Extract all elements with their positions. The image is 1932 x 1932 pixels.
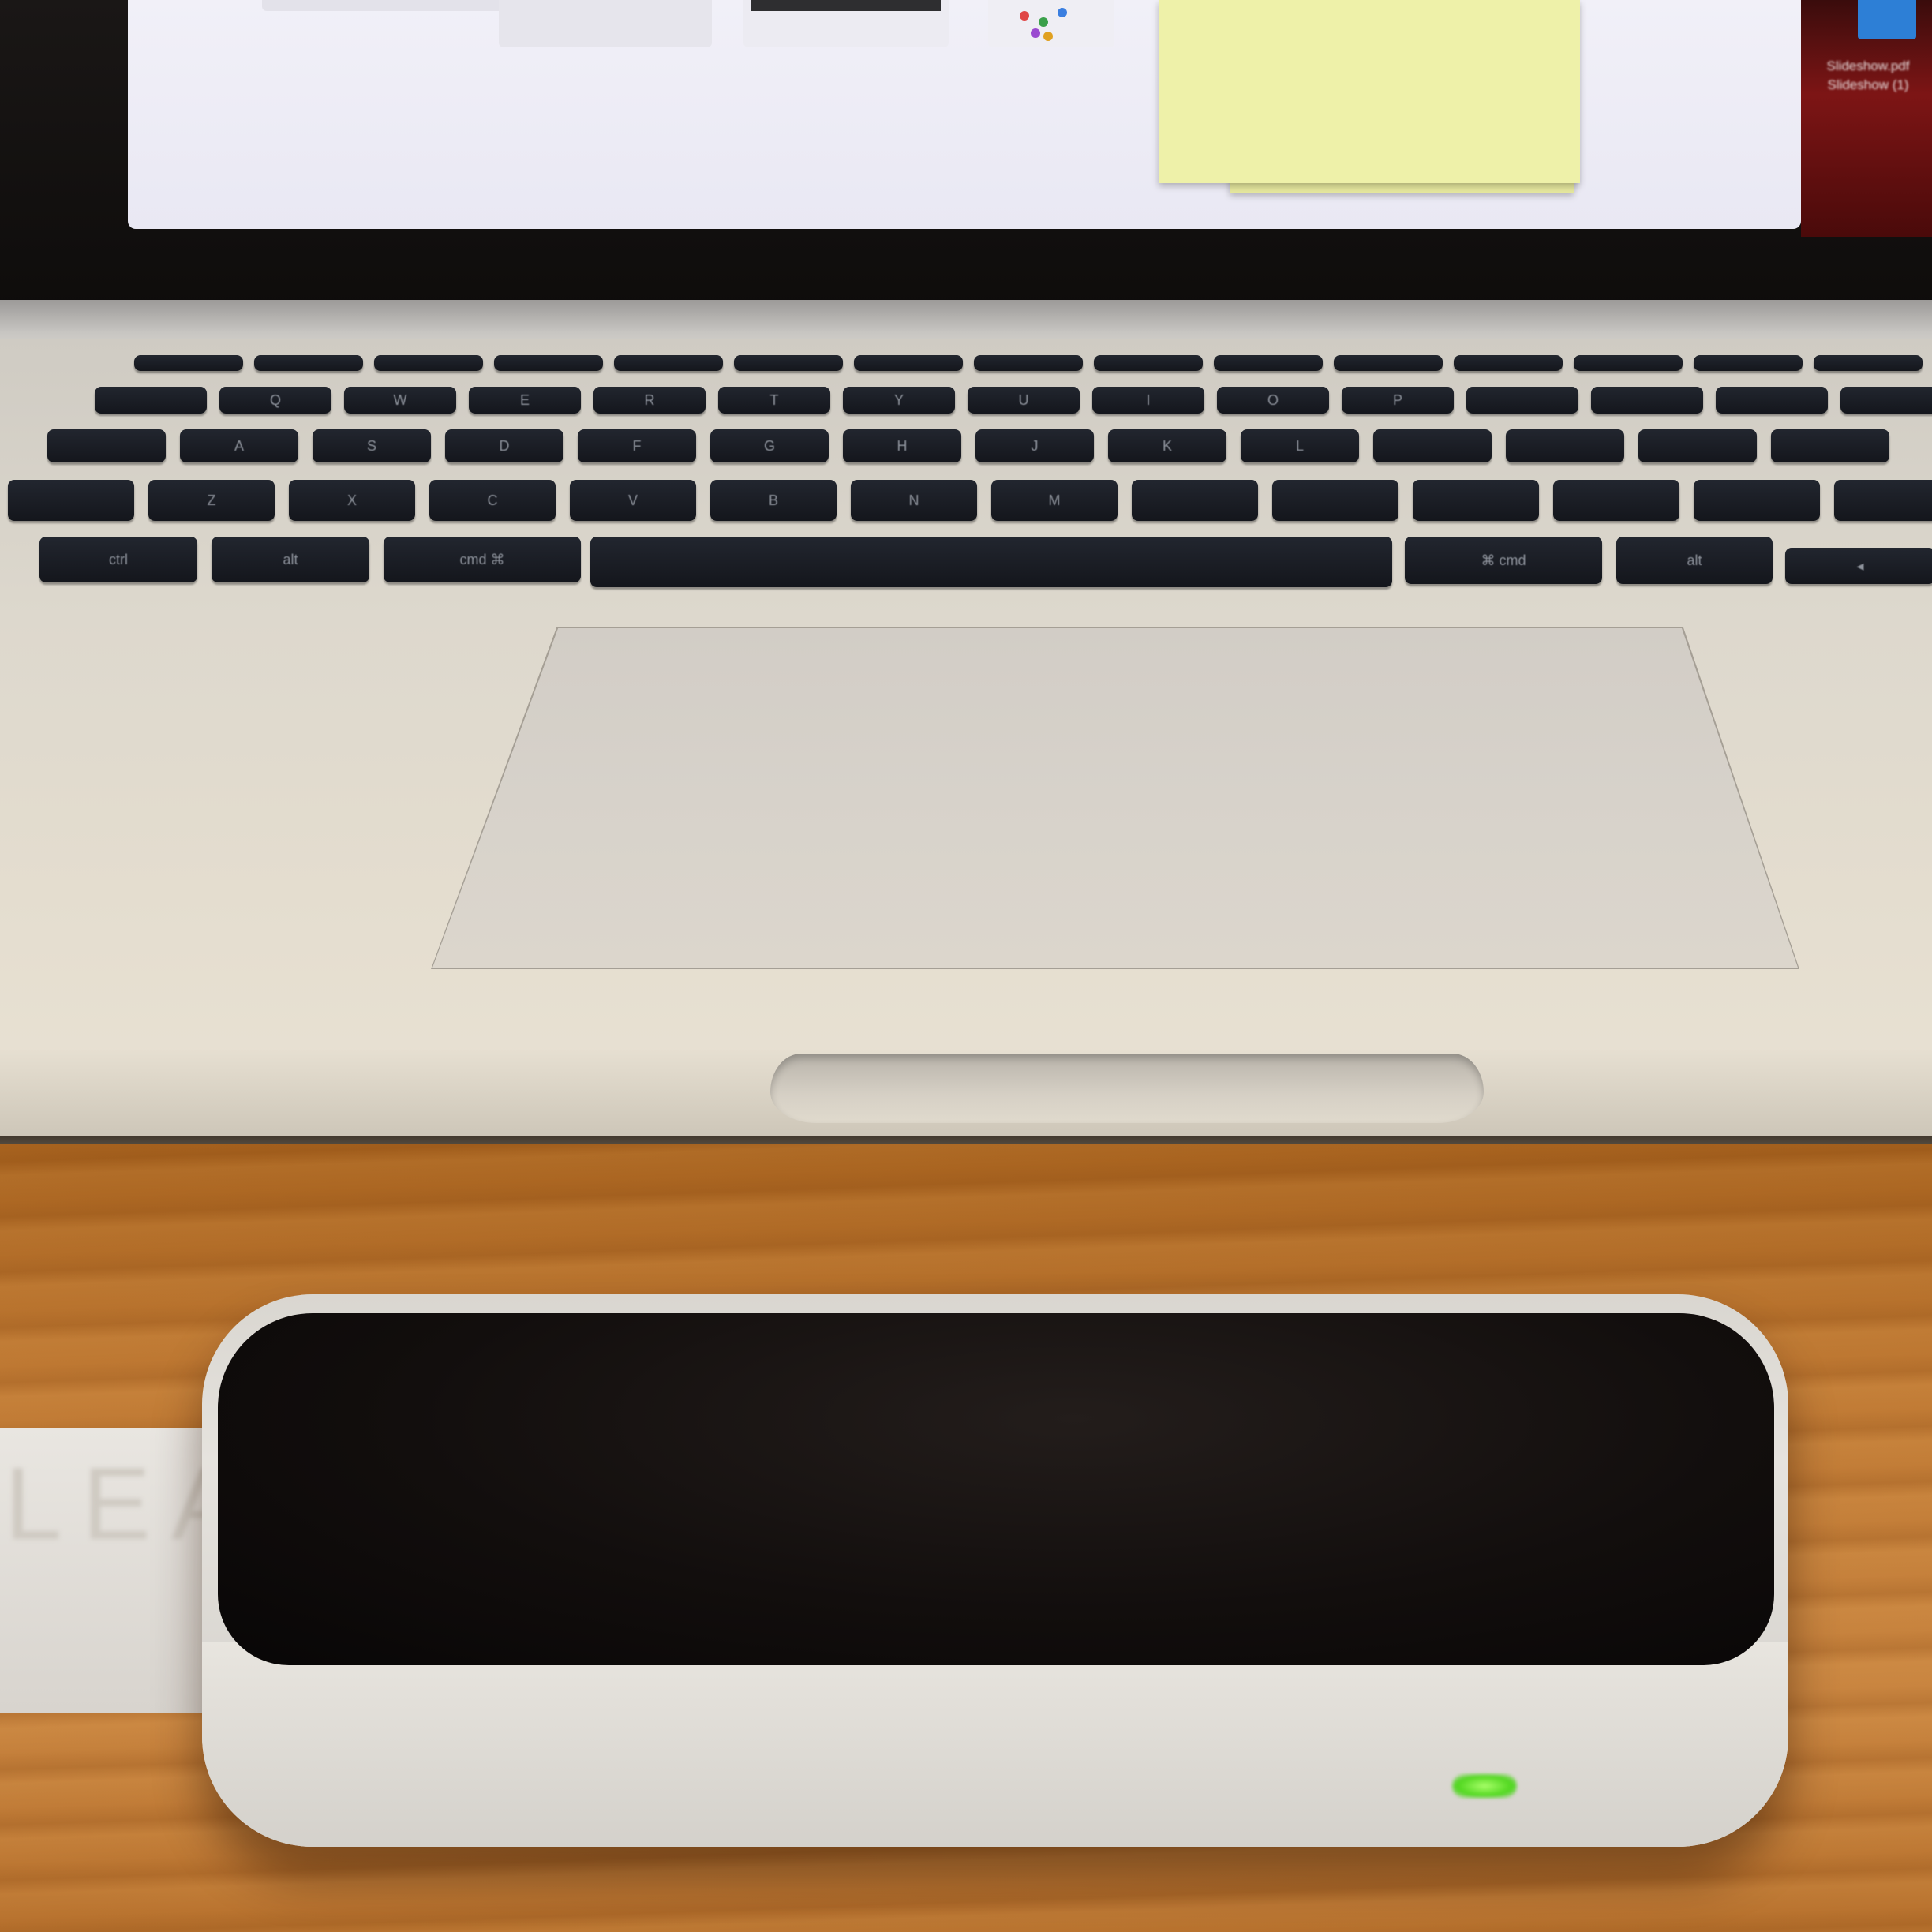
folder-icon [1858,0,1916,39]
window-thumbnail [499,0,712,47]
key-blank[interactable] [1716,387,1828,414]
status-led [1452,1774,1517,1798]
keyboard: Q W E R T Y U I O P A S D F G H J K L Z X C V B N Mctrl alt cmd ⌘ ⌘ … [0,347,1932,587]
lid-opening-notch [770,1054,1484,1123]
key-g[interactable]: G [710,429,829,462]
key-blank[interactable] [47,429,166,462]
key-j[interactable]: J [975,429,1094,462]
key-alt-left[interactable]: alt [212,537,369,582]
key-blank[interactable] [95,387,207,414]
key-space[interactable] [590,537,1392,587]
key-blank[interactable] [1132,480,1258,521]
key-blank[interactable] [1591,387,1703,414]
key-alt-right[interactable]: alt [1616,537,1773,584]
keyboard-key[interactable] [254,355,363,371]
key-blank[interactable] [1553,480,1679,521]
sensor-glass [218,1313,1774,1665]
key-blank[interactable] [1840,387,1932,414]
key-blank[interactable] [1413,480,1539,521]
key-r[interactable]: R [593,387,706,414]
key-blank[interactable] [1373,429,1492,462]
key-blank[interactable] [1466,387,1578,414]
key-blank[interactable] [1506,429,1624,462]
keyboard-key[interactable] [1694,355,1803,371]
key-cmd-left[interactable]: cmd ⌘ [384,537,581,582]
keyboard-key[interactable] [1334,355,1443,371]
keyboard-key[interactable] [1574,355,1683,371]
keyboard-key[interactable] [1094,355,1203,371]
key-blank[interactable] [1638,429,1757,462]
desktop-wallpaper: Slideshow.pdf Slideshow (1) [1801,0,1932,237]
key-ctrl[interactable]: ctrl [39,537,197,582]
key-i[interactable]: I [1092,387,1204,414]
key-a[interactable]: A [180,429,298,462]
key-blank[interactable] [1272,480,1398,521]
keyboard-key[interactable] [134,355,243,371]
key-q[interactable]: Q [219,387,331,414]
key-k[interactable]: K [1108,429,1226,462]
key-blank[interactable] [1694,480,1820,521]
desktop-icon-label: Slideshow.pdf Slideshow (1) [1826,58,1910,92]
app-icon-thumbnail [988,0,1114,47]
key-s[interactable]: S [313,429,431,462]
key-o[interactable]: O [1217,387,1329,414]
keyboard-key[interactable] [974,355,1083,371]
key-w[interactable]: W [344,387,456,414]
key-blank[interactable] [1771,429,1889,462]
laptop-display [128,0,1801,229]
key-c[interactable]: C [429,480,556,521]
key-m[interactable]: M [991,480,1118,521]
trackpad[interactable] [432,628,1798,968]
keyboard-key[interactable] [854,355,963,371]
keyboard-key[interactable] [614,355,723,371]
keyboard-key[interactable] [1454,355,1563,371]
keyboard-key[interactable] [1814,355,1923,371]
sticky-note [1159,0,1580,183]
key-y[interactable]: Y [843,387,955,414]
key-u[interactable]: U [968,387,1080,414]
keyboard-key[interactable] [1214,355,1323,371]
key-f[interactable]: F [578,429,696,462]
key-d[interactable]: D [445,429,564,462]
key-p[interactable]: P [1342,387,1454,414]
key-cmd-right[interactable]: ⌘ cmd [1405,537,1602,584]
key-arrow-left[interactable]: ◂ [1785,548,1932,584]
window-thumbnail [743,0,949,47]
key-t[interactable]: T [718,387,830,414]
key-v[interactable]: V [570,480,696,521]
key-e[interactable]: E [469,387,581,414]
keyboard-key[interactable] [494,355,603,371]
key-h[interactable]: H [843,429,961,462]
key-z[interactable]: Z [148,480,275,521]
key-b[interactable]: B [710,480,837,521]
key-n[interactable]: N [851,480,977,521]
key-blank[interactable] [1834,480,1932,521]
key-x[interactable]: X [289,480,415,521]
keyboard-key[interactable] [734,355,843,371]
photo-scene: Slideshow.pdf Slideshow (1) QWERTYUIOP AS… [0,0,1932,1932]
key-l[interactable]: L [1241,429,1359,462]
key-blank[interactable] [8,480,134,521]
motion-controller-front [202,1642,1788,1847]
keyboard-key[interactable] [374,355,483,371]
